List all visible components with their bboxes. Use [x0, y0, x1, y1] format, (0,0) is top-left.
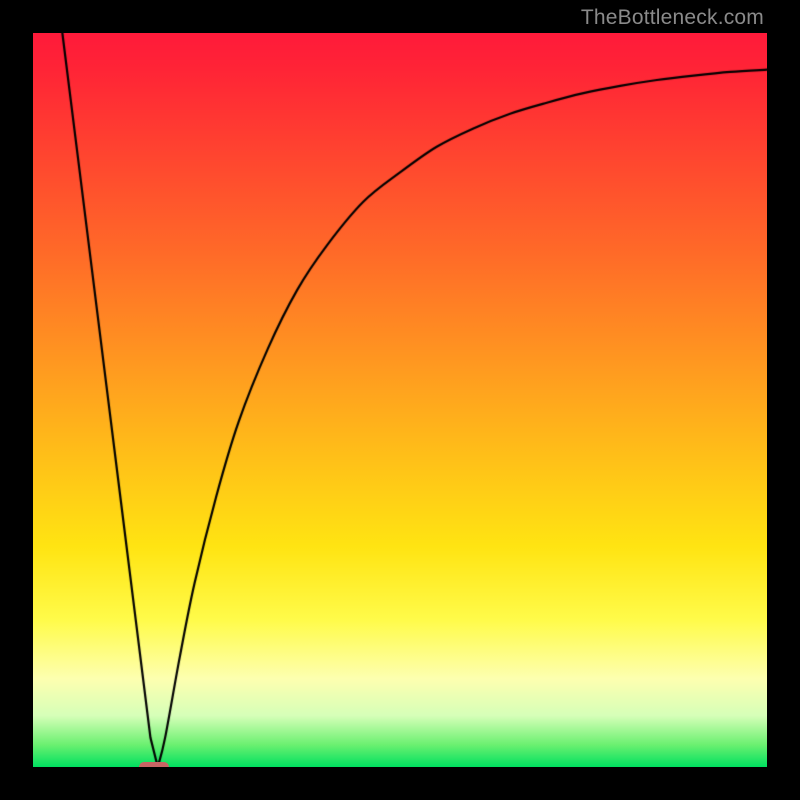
- bottleneck-curve: [33, 33, 767, 767]
- optimum-marker: [139, 762, 169, 767]
- watermark-text: TheBottleneck.com: [581, 6, 764, 30]
- plot-area: [33, 33, 767, 767]
- chart-frame: TheBottleneck.com: [0, 0, 800, 800]
